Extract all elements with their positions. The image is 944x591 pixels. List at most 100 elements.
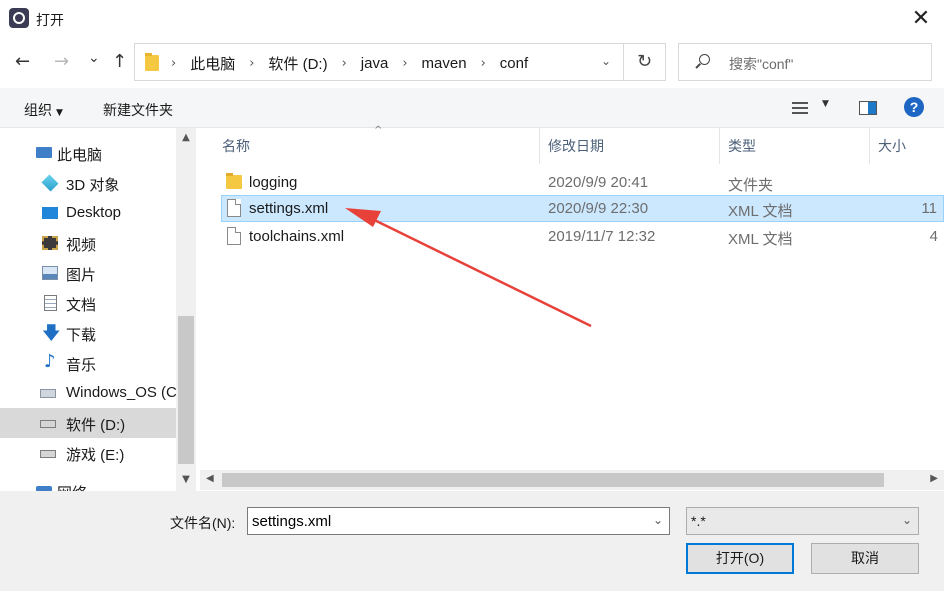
sidebar-item-label: 游戏 (E:) [66, 447, 125, 464]
sidebar-item-videos[interactable]: 视频 [0, 228, 176, 258]
sidebar-item-network[interactable]: 网络 [0, 478, 176, 491]
forward-arrow-icon[interactable]: → [54, 50, 69, 74]
command-toolbar: 组织 ▼ 新建文件夹 ▼ ? [0, 88, 944, 128]
sidebar-item-downloads[interactable]: 🡇 下载 [0, 318, 176, 348]
title-bar: 打开 ✕ [0, 0, 944, 38]
caret-down-icon: ▼ [56, 108, 63, 118]
folder-icon [145, 53, 159, 71]
drive-icon [40, 450, 56, 458]
document-icon [44, 295, 57, 311]
breadcrumb-java[interactable]: java [361, 55, 389, 72]
sidebar-item-drive-e[interactable]: 游戏 (E:) [0, 438, 176, 468]
file-type: XML 文档 [728, 203, 793, 220]
recent-locations-chevron-icon[interactable]: ⌄ [88, 46, 100, 70]
file-list-horizontal-scrollbar[interactable]: ◀ ▶ [200, 470, 944, 490]
file-size: 4 [929, 228, 938, 245]
dialog-footer: 文件名(N): ⌄ *.* ⌄ 打开(O) 取消 [0, 491, 944, 591]
chevron-right-icon[interactable]: › [249, 56, 254, 71]
scroll-right-icon[interactable]: ▶ [930, 473, 938, 484]
app-icon [9, 8, 29, 28]
column-header-name[interactable]: 名称 [222, 128, 250, 164]
file-row-logging[interactable]: logging 2020/9/9 20:41 文件夹 [221, 169, 944, 196]
close-icon[interactable]: ✕ [898, 0, 944, 38]
organize-button[interactable]: 组织 ▼ [24, 100, 63, 120]
scrollbar-thumb[interactable] [222, 473, 884, 487]
column-divider[interactable] [719, 128, 720, 164]
sidebar-item-label: 3D 对象 [66, 177, 120, 194]
sidebar-item-drive-d[interactable]: 软件 (D:) [0, 408, 176, 438]
file-name: toolchains.xml [249, 228, 345, 245]
column-header-size[interactable]: 大小 [878, 128, 906, 164]
preview-pane-icon[interactable] [859, 101, 877, 115]
back-arrow-icon[interactable]: ← [15, 50, 30, 74]
sidebar-item-label: 软件 (D:) [66, 417, 126, 434]
file-date: 2020/9/9 20:41 [548, 174, 649, 191]
scroll-down-icon[interactable]: ▼ [176, 474, 196, 485]
music-icon: ♪ [44, 351, 56, 372]
computer-icon [36, 147, 52, 158]
breadcrumb-this-pc[interactable]: 此电脑 [190, 53, 235, 74]
file-date: 2020/9/9 22:30 [548, 200, 649, 217]
organize-label: 组织 [24, 102, 52, 118]
filename-combobox[interactable]: ⌄ [247, 507, 670, 535]
cube-icon [41, 174, 59, 192]
view-options-caret-icon[interactable]: ▼ [822, 99, 829, 109]
chevron-down-icon[interactable]: ⌄ [902, 513, 912, 527]
search-icon [699, 54, 710, 65]
film-icon [42, 236, 58, 250]
up-arrow-icon[interactable]: ↑ [112, 50, 127, 74]
cancel-button[interactable]: 取消 [811, 543, 919, 574]
sidebar-item-this-pc[interactable]: 此电脑 [0, 138, 176, 168]
chevron-down-icon[interactable]: ⌄ [653, 513, 663, 527]
file-name: settings.xml [249, 200, 329, 217]
sidebar-item-pictures[interactable]: 图片 [0, 258, 176, 288]
file-row-toolchains-xml[interactable]: toolchains.xml 2019/11/7 12:32 XML 文档 4 [221, 223, 944, 250]
sidebar-item-desktop[interactable]: Desktop [0, 198, 176, 228]
file-type: 文件夹 [728, 177, 774, 194]
folder-icon [226, 173, 242, 189]
chevron-right-icon[interactable]: › [342, 56, 347, 71]
breadcrumb-drive-d[interactable]: 软件 (D:) [268, 53, 327, 74]
file-type-filter-value: *.* [691, 513, 706, 529]
window-title: 打开 [36, 12, 64, 28]
help-icon[interactable]: ? [904, 97, 924, 117]
filename-input[interactable] [252, 511, 642, 531]
scrollbar-thumb[interactable] [178, 316, 194, 464]
sidebar-item-label: Desktop [66, 204, 122, 221]
sidebar-item-documents[interactable]: 文档 [0, 288, 176, 318]
sidebar-item-3d-objects[interactable]: 3D 对象 [0, 168, 176, 198]
column-header-type[interactable]: 类型 [728, 128, 756, 164]
sidebar-item-windows-os[interactable]: Windows_OS (C [0, 378, 177, 408]
search-placeholder[interactable]: 搜索"conf" [729, 54, 793, 74]
breadcrumb-maven[interactable]: maven [422, 55, 467, 72]
picture-icon [42, 266, 58, 280]
chevron-right-icon[interactable]: › [402, 56, 407, 71]
column-divider[interactable] [539, 128, 540, 164]
breadcrumb: › 此电脑 › 软件 (D:) › java › maven › conf [165, 44, 528, 82]
download-icon: 🡇 [42, 323, 61, 344]
file-type-filter-select[interactable]: *.* ⌄ [686, 507, 919, 535]
file-icon [227, 227, 241, 245]
sidebar-scrollbar[interactable]: ▲ ▼ [176, 128, 196, 491]
desktop-icon [42, 207, 58, 219]
chevron-right-icon[interactable]: › [481, 56, 486, 71]
sidebar-item-music[interactable]: ♪ 音乐 [0, 348, 176, 378]
sidebar-item-label: 网络 [57, 482, 87, 491]
address-bar[interactable]: › 此电脑 › 软件 (D:) › java › maven › conf ⌄ [134, 43, 624, 81]
chevron-right-icon[interactable]: › [171, 56, 176, 71]
scroll-left-icon[interactable]: ◀ [206, 473, 214, 484]
new-folder-button[interactable]: 新建文件夹 [103, 100, 173, 120]
breadcrumb-conf[interactable]: conf [500, 55, 528, 72]
view-details-icon[interactable] [792, 102, 808, 114]
windows-drive-icon [40, 389, 56, 398]
open-button[interactable]: 打开(O) [686, 543, 794, 574]
file-name: logging [249, 174, 298, 191]
scroll-up-icon[interactable]: ▲ [176, 132, 196, 143]
address-dropdown-chevron-icon[interactable]: ⌄ [601, 54, 611, 68]
refresh-button[interactable]: ↻ [624, 43, 666, 81]
search-box[interactable]: 搜索"conf" [678, 43, 932, 81]
column-divider[interactable] [869, 128, 870, 164]
file-row-settings-xml[interactable]: settings.xml 2020/9/9 22:30 XML 文档 11 [221, 195, 944, 222]
sidebar-item-label: 下载 [66, 327, 97, 344]
column-header-date[interactable]: 修改日期 [548, 128, 604, 164]
